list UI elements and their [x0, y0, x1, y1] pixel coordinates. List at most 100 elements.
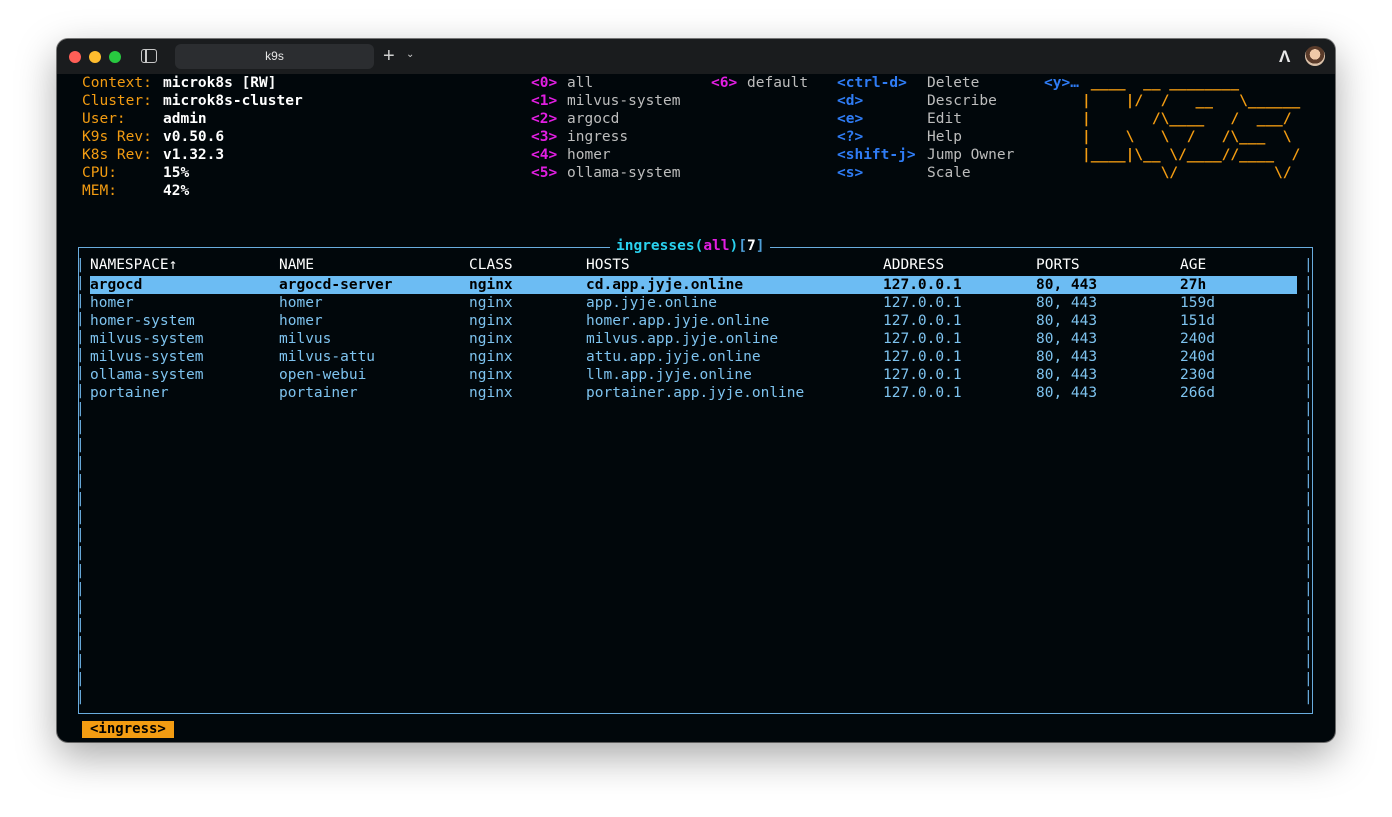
ns-name-ingress[interactable]: ingress: [567, 128, 628, 146]
cell-hosts: milvus.app.jyje.online: [586, 331, 779, 347]
cell-address: 127.0.0.1: [883, 349, 962, 365]
cell-ports: 80, 443: [1036, 313, 1098, 329]
terminal-content[interactable]: Context: microk8s [RW] Cluster: microk8s…: [57, 74, 1335, 742]
cell-ports: 80, 443: [1036, 349, 1098, 365]
cell-hosts: attu.app.jyje.online: [586, 349, 761, 365]
cell-ports: 80, 443: [1036, 385, 1098, 401]
title-bar: k9s + ⌄ Λ: [57, 39, 1335, 74]
cell-age: 230d: [1180, 367, 1215, 383]
cell-age: 159d: [1180, 295, 1215, 311]
cell-class: nginx: [469, 295, 513, 311]
ns-name-milvus-system[interactable]: milvus-system: [567, 92, 681, 110]
cell-name: milvus-attu: [279, 349, 376, 365]
col-ports[interactable]: PORTS: [1036, 256, 1080, 274]
minimize-button[interactable]: [89, 51, 101, 63]
col-name[interactable]: NAME: [279, 256, 314, 274]
cell-namespace: homer-system: [90, 313, 195, 329]
cell-age: 151d: [1180, 313, 1215, 329]
bracket-open: [: [738, 238, 747, 254]
cell-class: nginx: [469, 367, 513, 383]
col-namespace[interactable]: NAMESPACE↑: [90, 256, 177, 274]
paren-open: (: [694, 238, 704, 254]
cell-ports: 80, 443: [1036, 331, 1098, 347]
ns-name-argocd[interactable]: argocd: [567, 110, 619, 128]
cell-namespace: milvus-system: [90, 349, 204, 365]
resource-count: 7: [746, 238, 756, 254]
col-hosts[interactable]: HOSTS: [586, 256, 630, 274]
avatar[interactable]: [1305, 46, 1325, 66]
ns-name-default[interactable]: default: [747, 74, 808, 92]
cell-address: 127.0.0.1: [883, 313, 962, 329]
cell-name: homer: [279, 295, 323, 311]
cell-namespace: ollama-system: [90, 367, 204, 383]
cluster-value: microk8s-cluster: [163, 93, 303, 109]
sidebar-icon[interactable]: [141, 49, 157, 63]
logo-line: ____ __ ________: [1082, 75, 1301, 91]
cell-namespace: homer: [90, 295, 134, 311]
resource-name: ingresses: [616, 238, 695, 254]
hotkey-shift-j[interactable]: <shift-j>: [837, 146, 916, 164]
hotkey-jump-owner-label: Jump Owner: [927, 147, 1015, 163]
cell-address: 127.0.0.1: [883, 295, 962, 311]
user-value: admin: [163, 111, 207, 127]
cell-age: 240d: [1180, 331, 1215, 347]
cell-name: homer: [279, 313, 323, 329]
cell-namespace: argocd: [90, 277, 143, 293]
cell-hosts: portainer.app.jyje.online: [586, 385, 805, 401]
k9s-rev-label: K9s Rev:: [82, 129, 152, 145]
cell-address: 127.0.0.1: [883, 385, 962, 401]
tab-k9s[interactable]: k9s: [175, 44, 374, 69]
ns-name-ollama-system[interactable]: ollama-system: [567, 164, 681, 182]
cell-class: nginx: [469, 331, 513, 347]
hotkey-scale-label: Scale: [927, 165, 971, 181]
ns-key-5[interactable]: <5>: [531, 164, 557, 182]
hotkey-y[interactable]: <y>…: [1044, 74, 1079, 92]
col-address[interactable]: ADDRESS: [883, 256, 944, 274]
ns-key-3[interactable]: <3>: [531, 128, 557, 146]
cell-name: portainer: [279, 385, 358, 401]
logo-line: | \ \ / /\___ \: [1082, 129, 1292, 145]
cell-namespace: milvus-system: [90, 331, 204, 347]
table-row-selected[interactable]: argocd argocd-server nginx cd.app.jyje.o…: [90, 276, 1297, 294]
breadcrumb[interactable]: <ingress>: [82, 721, 174, 738]
hotkey-help[interactable]: <?>: [837, 128, 863, 146]
ns-key-4[interactable]: <4>: [531, 146, 557, 164]
hotkey-d[interactable]: <d>: [837, 92, 863, 110]
resource-namespace: all: [703, 238, 730, 254]
chevron-down-icon[interactable]: ⌄: [406, 49, 414, 60]
cell-ports: 80, 443: [1036, 277, 1098, 293]
ns-key-2[interactable]: <2>: [531, 110, 557, 128]
ns-key-1[interactable]: <1>: [531, 92, 557, 110]
ns-name-all[interactable]: all: [567, 74, 593, 92]
ns-key-0[interactable]: <0>: [531, 74, 557, 92]
hotkey-ctrl-d[interactable]: <ctrl-d>: [837, 74, 907, 92]
resource-title: ingresses(all)[7]: [610, 237, 771, 255]
ns-key-6[interactable]: <6>: [711, 74, 737, 92]
logo-line: | /\____ / ___/: [1082, 111, 1292, 127]
col-age[interactable]: AGE: [1180, 256, 1206, 274]
cell-namespace: portainer: [90, 385, 169, 401]
ns-name-homer[interactable]: homer: [567, 146, 611, 164]
paren-close: ): [729, 238, 739, 254]
mem-label: MEM:: [82, 183, 117, 199]
logo-line: |____|\__ \/____//____ /: [1082, 147, 1301, 163]
close-button[interactable]: [69, 51, 81, 63]
cell-age: 27h: [1180, 277, 1207, 293]
cell-name: milvus: [279, 331, 332, 347]
hotkey-s[interactable]: <s>: [837, 164, 863, 182]
plus-icon[interactable]: +: [383, 44, 395, 68]
hotkey-e[interactable]: <e>: [837, 110, 863, 128]
hotkey-delete-label: Delete: [927, 75, 980, 91]
cell-hosts: llm.app.jyje.online: [586, 367, 752, 383]
mem-value: 42%: [163, 183, 190, 199]
col-class[interactable]: CLASS: [469, 256, 513, 274]
cell-class: nginx: [469, 277, 513, 293]
context-value: microk8s [RW]: [163, 75, 277, 91]
ai-agent-icon[interactable]: Λ: [1279, 47, 1290, 67]
cell-hosts: app.jyje.online: [586, 295, 717, 311]
cell-name: argocd-server: [279, 277, 393, 293]
zoom-button[interactable]: [109, 51, 121, 63]
cell-hosts: homer.app.jyje.online: [586, 313, 770, 329]
hotkey-edit-label: Edit: [927, 111, 962, 127]
cpu-label: CPU:: [82, 165, 117, 181]
